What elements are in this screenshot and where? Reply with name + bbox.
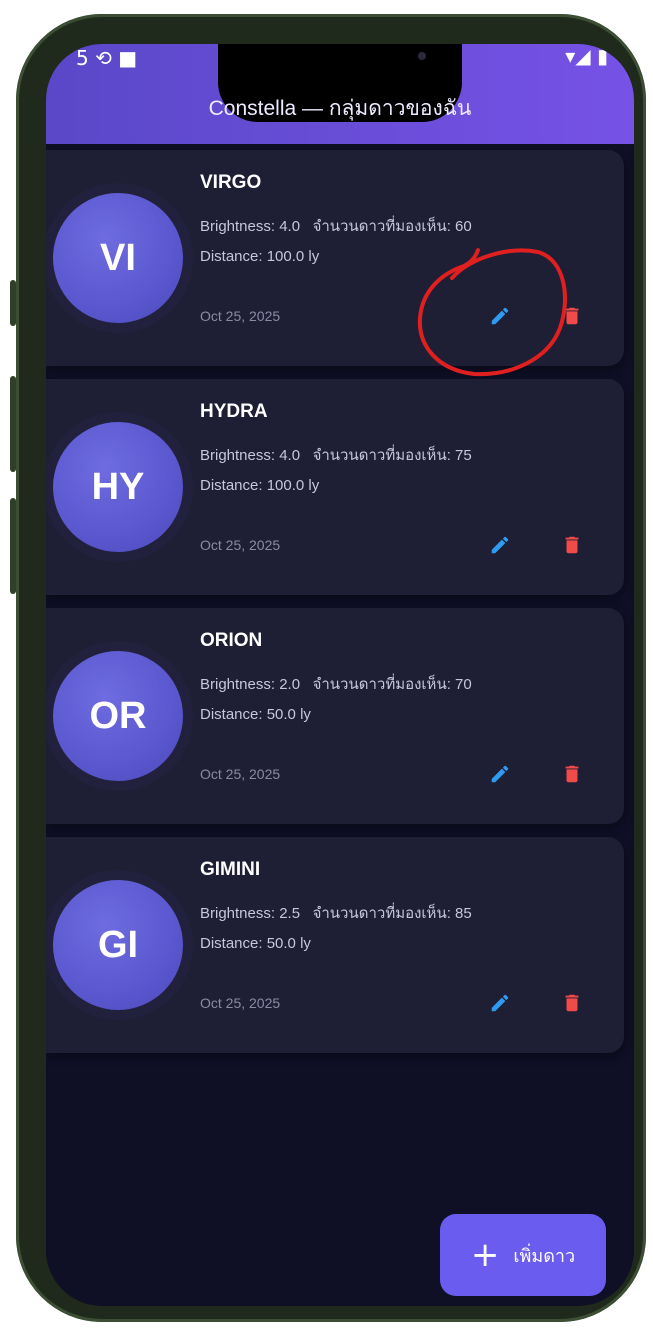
distance-unit: ly (300, 706, 311, 723)
add-star-button[interactable]: + เพิ่มดาว (440, 1214, 606, 1296)
distance-value: 100.0 (266, 248, 305, 265)
visible-stars-label: จำนวนดาวที่มองเห็น: (312, 218, 451, 235)
edit-button[interactable] (486, 531, 514, 559)
avatar: HY (53, 422, 183, 552)
distance-value: 50.0 (266, 935, 296, 952)
trash-icon (565, 994, 579, 1012)
delete-button[interactable] (558, 989, 586, 1017)
pencil-icon (491, 307, 509, 325)
constellation-card[interactable]: HY HYDRA Brightness: 4.0 จำนวนดาวที่มองเ… (46, 379, 624, 595)
brightness-label: Brightness: (200, 447, 276, 464)
status-bar-right: ▾◢ ▮ (565, 44, 608, 68)
visible-stars-value: 85 (455, 905, 472, 922)
mute-switch (10, 280, 16, 326)
visible-stars-label: จำนวนดาวที่มองเห็น: (312, 905, 451, 922)
add-star-label: เพิ่มดาว (513, 1245, 576, 1267)
visible-stars-value: 70 (455, 676, 472, 693)
constellation-card[interactable]: OR ORION Brightness: 2.0 จำนวนดาวที่มองเ… (46, 608, 624, 824)
volume-up-button (10, 376, 16, 472)
brightness-label: Brightness: (200, 676, 276, 693)
brightness-label: Brightness: (200, 905, 276, 922)
pencil-icon (491, 994, 509, 1012)
app-bar: 5 ⟲ ■ ▾◢ ▮ Constella — กลุ่มดาวของฉัน (46, 44, 634, 144)
created-date: Oct 25, 2025 (200, 995, 281, 1011)
trash-icon (565, 765, 579, 783)
delete-button[interactable] (558, 760, 586, 788)
created-date: Oct 25, 2025 (200, 537, 281, 553)
distance-label: Distance: (200, 248, 263, 265)
distance-line: Distance: 100.0 ly (200, 477, 319, 494)
distance-value: 50.0 (266, 706, 296, 723)
distance-unit: ly (308, 477, 320, 494)
constellation-card[interactable]: GI GIMINI Brightness: 2.5 จำนวนดาวที่มอง… (46, 837, 624, 1053)
distance-label: Distance: (200, 477, 263, 494)
constellation-name: HYDRA (200, 401, 268, 422)
edit-button[interactable] (486, 989, 514, 1017)
visible-stars-label: จำนวนดาวที่มองเห็น: (312, 676, 451, 693)
distance-line: Distance: 100.0 ly (200, 248, 319, 265)
pencil-icon (491, 765, 509, 783)
status-bar-left: 5 ⟲ ■ (76, 46, 138, 70)
edit-button[interactable] (486, 302, 514, 330)
stats-line: Brightness: 4.0 จำนวนดาวที่มองเห็น: 75 (200, 443, 472, 467)
visible-stars-value: 60 (455, 218, 472, 235)
distance-label: Distance: (200, 935, 263, 952)
app-title: Constella — กลุ่มดาวของฉัน (208, 97, 472, 120)
avatar: OR (53, 651, 183, 781)
brightness-value: 2.5 (279, 905, 301, 922)
created-date: Oct 25, 2025 (200, 766, 281, 782)
plus-icon: + (470, 1235, 500, 1275)
constellation-card[interactable]: VI VIRGO Brightness: 4.0 จำนวนดาวที่มองเ… (46, 150, 624, 366)
delete-button[interactable] (558, 302, 586, 330)
stats-line: Brightness: 2.0 จำนวนดาวที่มองเห็น: 70 (200, 672, 472, 696)
delete-button[interactable] (558, 531, 586, 559)
constellation-name: GIMINI (200, 859, 261, 880)
brightness-value: 4.0 (279, 447, 301, 464)
avatar: GI (53, 880, 183, 1010)
distance-label: Distance: (200, 706, 263, 723)
trash-icon (565, 536, 579, 554)
trash-icon (565, 307, 579, 325)
edit-button[interactable] (486, 760, 514, 788)
stats-line: Brightness: 2.5 จำนวนดาวที่มองเห็น: 85 (200, 901, 472, 925)
distance-line: Distance: 50.0 ly (200, 935, 311, 952)
distance-unit: ly (308, 248, 320, 265)
created-date: Oct 25, 2025 (200, 308, 281, 324)
front-camera-icon (418, 52, 426, 60)
distance-line: Distance: 50.0 ly (200, 706, 311, 723)
brightness-label: Brightness: (200, 218, 276, 235)
distance-value: 100.0 (266, 477, 305, 494)
app-screen: 5 ⟲ ■ ▾◢ ▮ Constella — กลุ่มดาวของฉัน VI… (46, 44, 634, 1306)
constellation-name: ORION (200, 630, 263, 651)
pencil-icon (491, 536, 509, 554)
distance-unit: ly (300, 935, 311, 952)
volume-down-button (10, 498, 16, 594)
visible-stars-value: 75 (455, 447, 472, 464)
constellation-name: VIRGO (200, 172, 262, 193)
brightness-value: 4.0 (279, 218, 301, 235)
stats-line: Brightness: 4.0 จำนวนดาวที่มองเห็น: 60 (200, 214, 472, 238)
brightness-value: 2.0 (279, 676, 301, 693)
avatar: VI (53, 193, 183, 323)
visible-stars-label: จำนวนดาวที่มองเห็น: (312, 447, 451, 464)
